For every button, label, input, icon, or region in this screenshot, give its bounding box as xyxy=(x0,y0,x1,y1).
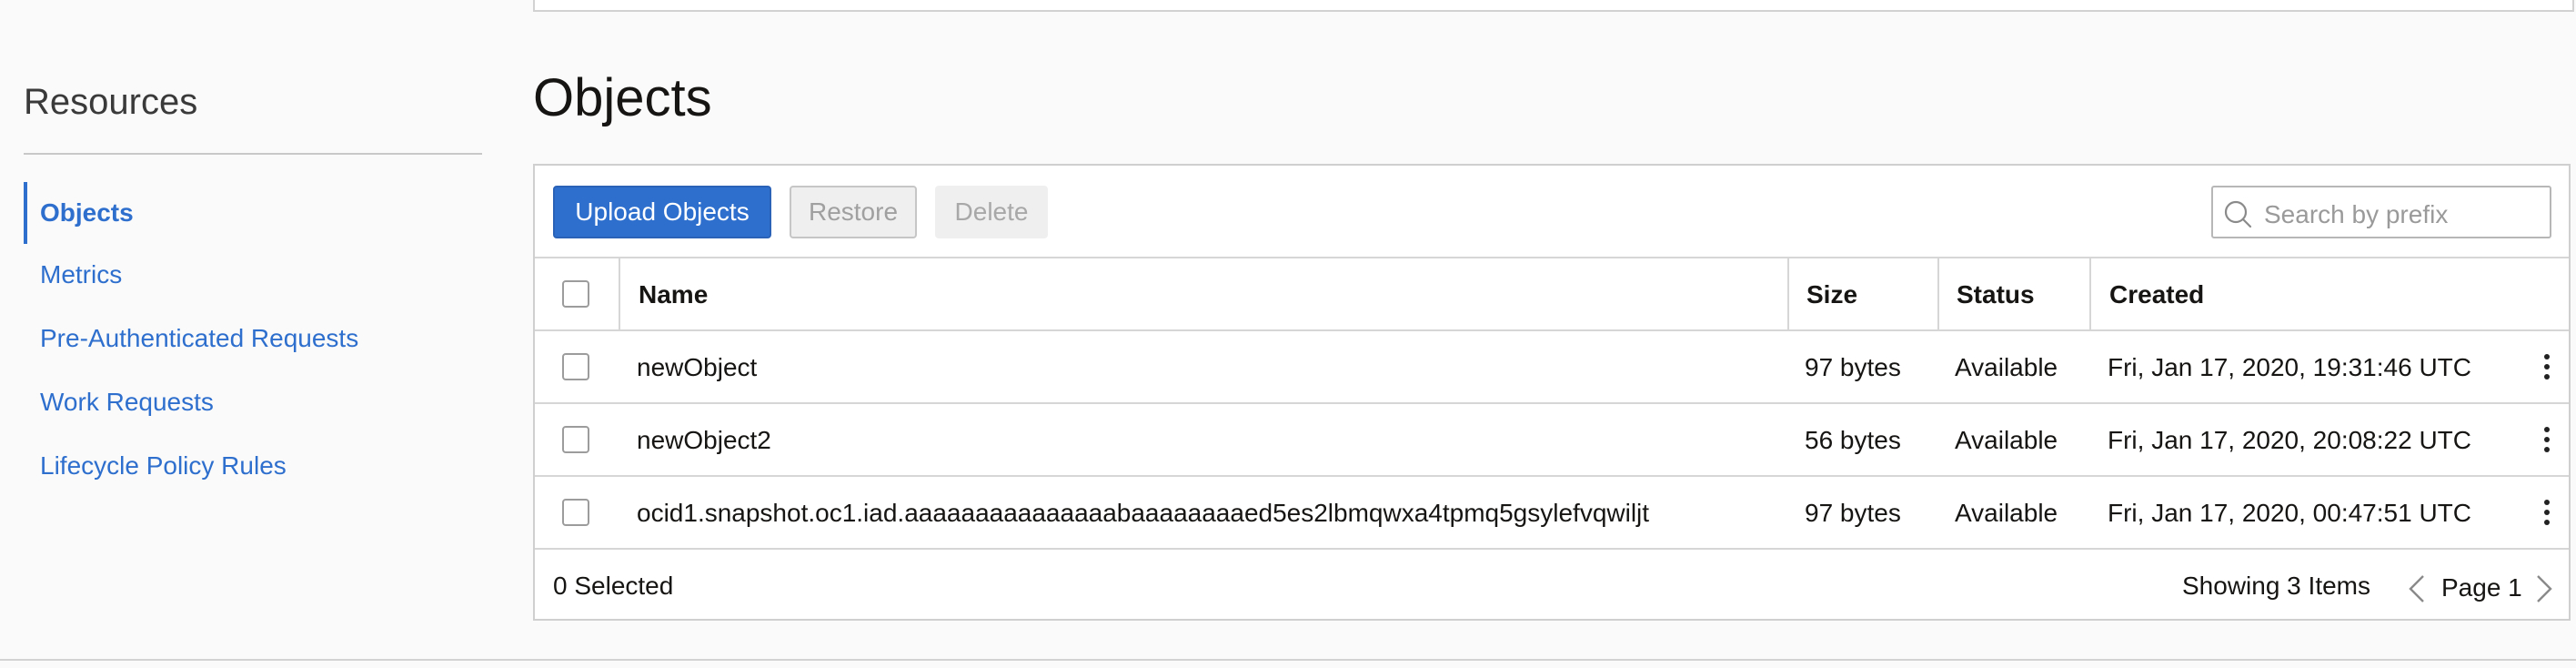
sidebar-item-metrics[interactable]: Metrics xyxy=(40,260,122,289)
column-header-name[interactable]: Name xyxy=(639,280,708,309)
object-status: Available xyxy=(1955,426,2058,454)
row-checkbox[interactable] xyxy=(562,426,589,453)
resources-divider xyxy=(24,153,482,155)
showing-count: Showing 3 Items xyxy=(2182,572,2370,600)
restore-button[interactable]: Restore xyxy=(790,186,917,238)
chevron-left-icon[interactable] xyxy=(2407,573,2427,604)
object-created: Fri, Jan 17, 2020, 00:47:51 UTC xyxy=(2108,499,2471,527)
top-panel-edge xyxy=(533,0,2574,12)
page-bottom-divider xyxy=(0,659,2576,661)
object-status: Available xyxy=(1955,499,2058,527)
object-name-link[interactable]: newObject xyxy=(637,353,757,382)
kebab-menu-icon[interactable] xyxy=(2543,499,2551,526)
selected-count: 0 Selected xyxy=(553,572,674,600)
object-name-link[interactable]: ocid1.snapshot.oc1.iad.aaaaaaaaaaaaaaaba… xyxy=(637,499,1649,528)
row-checkbox[interactable] xyxy=(562,353,589,380)
row-divider xyxy=(535,402,2569,404)
sidebar-item-objects[interactable]: Objects xyxy=(40,198,134,228)
search-placeholder: Search by prefix xyxy=(2264,200,2449,228)
objects-table-panel: Upload Objects Restore Delete Search by … xyxy=(533,164,2571,621)
chevron-right-icon[interactable] xyxy=(2534,573,2554,604)
page-indicator: Page 1 xyxy=(2441,573,2522,602)
upload-objects-button[interactable]: Upload Objects xyxy=(553,186,771,238)
active-nav-indicator xyxy=(24,182,27,244)
search-icon xyxy=(2224,200,2252,228)
object-name-link[interactable]: newObject2 xyxy=(637,426,771,455)
object-created: Fri, Jan 17, 2020, 20:08:22 UTC xyxy=(2108,426,2471,454)
column-header-status[interactable]: Status xyxy=(1957,280,2035,309)
table-bottom-divider xyxy=(535,548,2569,550)
object-size: 97 bytes xyxy=(1805,353,1901,381)
column-divider xyxy=(619,257,620,329)
resources-heading: Resources xyxy=(24,82,198,122)
kebab-menu-icon[interactable] xyxy=(2543,353,2551,380)
kebab-menu-icon[interactable] xyxy=(2543,426,2551,453)
column-header-size[interactable]: Size xyxy=(1806,280,1857,309)
delete-button[interactable]: Delete xyxy=(935,186,1048,238)
row-checkbox[interactable] xyxy=(562,499,589,526)
object-created: Fri, Jan 17, 2020, 19:31:46 UTC xyxy=(2108,353,2471,381)
column-divider xyxy=(1787,257,1789,329)
select-all-checkbox[interactable] xyxy=(562,280,589,308)
object-status: Available xyxy=(1955,353,2058,381)
sidebar-item-pre-authenticated-requests[interactable]: Pre-Authenticated Requests xyxy=(40,324,358,353)
header-divider xyxy=(535,329,2569,331)
row-divider xyxy=(535,475,2569,477)
sidebar-item-work-requests[interactable]: Work Requests xyxy=(40,388,214,417)
object-size: 56 bytes xyxy=(1805,426,1901,454)
column-header-created[interactable]: Created xyxy=(2109,280,2204,309)
object-size: 97 bytes xyxy=(1805,499,1901,527)
page-title: Objects xyxy=(533,68,712,127)
sidebar-item-lifecycle-policy-rules[interactable]: Lifecycle Policy Rules xyxy=(40,451,287,481)
search-input[interactable]: Search by prefix xyxy=(2211,186,2551,238)
table-top-divider xyxy=(535,257,2569,258)
column-divider xyxy=(1937,257,1939,329)
column-divider xyxy=(2089,257,2091,329)
